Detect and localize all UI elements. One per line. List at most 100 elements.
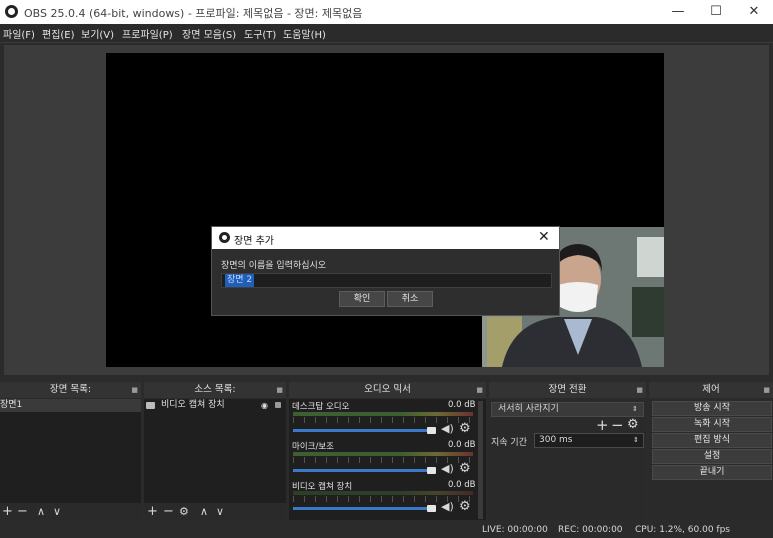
cpu-status: CPU: 1.2%, 60.00 fps [635,525,730,535]
transitions-dock-header: 장면 전환 ■ [489,382,646,398]
dock-float-icon[interactable]: ■ [276,382,283,398]
controls-dock-title: 제어 [702,384,720,395]
mixer-channel: 마이크/보조 0.0 dB ◀) ⚙ [289,440,477,480]
camera-icon [146,402,155,409]
scenes-dock-title: 장면 목록: [49,384,92,395]
exit-button[interactable]: 끝내기 [652,465,772,480]
transitions-body: 서서히 사라지기 ⇕ + − ⚙ 지속 기간 300 ms ⇕ [489,399,646,520]
add-source-icon[interactable]: + [147,504,158,519]
dock-float-icon[interactable]: ■ [763,382,770,398]
mixer-channel: 비디오 캡쳐 장치 0.0 dB ◀) ⚙ [289,480,477,520]
sources-toolbar: + − ⚙ ∧ ∨ [144,504,286,520]
menu-view[interactable]: 보기(V) [81,26,114,41]
duration-spinbox[interactable]: 300 ms ⇕ [534,433,644,448]
dialog-title: 장면 추가 [234,236,274,247]
duration-label: 지속 기간 [491,438,527,448]
maximize-button[interactable]: ☐ [697,0,735,24]
chevron-updown-icon: ⇕ [632,405,638,413]
close-button[interactable]: ✕ [735,0,773,24]
dialog-close-icon[interactable]: ✕ [538,229,550,245]
scenes-dock-header: 장면 목록: ■ [0,382,141,398]
remove-transition-icon[interactable]: − [611,416,624,434]
cancel-button[interactable]: 취소 [387,291,433,307]
start-streaming-button[interactable]: 방송 시작 [652,401,772,416]
scenes-list: 장면1 [0,399,141,503]
status-bar: LIVE: 00:00:00 REC: 00:00:00 CPU: 1.2%, … [0,522,773,538]
scenes-dock: 장면 목록: ■ 장면1 + − ∧ ∨ [0,382,141,520]
menu-scene-collection[interactable]: 장면 모음(S) [182,26,236,41]
volume-slider[interactable] [293,429,433,432]
channel-settings-gear-icon[interactable]: ⚙ [459,461,471,476]
mixer-scrollbar[interactable] [478,401,483,519]
volume-meter [293,412,473,416]
volume-slider-handle[interactable] [427,427,436,434]
channel-name: 데스크탑 오디오 [292,402,350,412]
mute-speaker-icon[interactable]: ◀) [441,422,454,435]
spin-arrows-icon[interactable]: ⇕ [633,434,639,447]
rec-status: REC: 00:00:00 [558,525,623,535]
lock-icon[interactable] [275,402,281,408]
source-item-label: 비디오 캡쳐 장치 [161,400,225,410]
volume-meter [293,452,473,456]
channel-settings-gear-icon[interactable]: ⚙ [459,421,471,436]
volume-slider-handle[interactable] [427,505,436,512]
remove-source-icon[interactable]: − [163,504,174,519]
duration-value: 300 ms [539,435,573,445]
ok-button[interactable]: 확인 [339,291,385,307]
move-down-icon[interactable]: ∨ [53,504,61,519]
menu-profile[interactable]: 프로파일(P) [122,26,173,41]
volume-slider[interactable] [293,507,433,510]
volume-slider[interactable] [293,469,433,472]
dock-float-icon[interactable]: ■ [131,382,138,398]
move-up-icon[interactable]: ∧ [37,504,45,519]
scene-item[interactable]: 장면1 [0,399,141,412]
volume-slider-handle[interactable] [427,467,436,474]
channel-db: 0.0 dB [448,400,476,410]
scene-name-input[interactable]: 장면 2 [221,273,552,288]
live-status: LIVE: 00:00:00 [482,525,548,535]
menu-bar: 파일(F) 편집(E) 보기(V) 프로파일(P) 장면 모음(S) 도구(T)… [0,24,773,43]
channel-db: 0.0 dB [448,440,476,450]
menu-file[interactable]: 파일(F) [3,26,35,41]
source-properties-gear-icon[interactable]: ⚙ [179,504,189,519]
transition-settings-gear-icon[interactable]: ⚙ [627,417,639,432]
move-up-icon[interactable]: ∧ [200,504,208,519]
add-transition-icon[interactable]: + [596,416,609,434]
source-item[interactable]: 비디오 캡쳐 장치 ◉ [144,399,286,412]
channel-name: 마이크/보조 [292,442,334,452]
controls-dock-header: 제어 ■ [649,382,773,398]
add-scene-dialog: 장면 추가 ✕ 장면의 이름을 입력하십시오 장면 2 확인 취소 [211,226,560,316]
mute-speaker-icon[interactable]: ◀) [441,500,454,513]
menu-edit[interactable]: 편집(E) [42,26,75,41]
mixer-channel: 데스크탑 오디오 0.0 dB ◀) ⚙ [289,400,477,440]
sources-dock-title: 소스 목록: [194,384,236,395]
dialog-title-bar: 장면 추가 ✕ [212,227,559,249]
menu-help[interactable]: 도움말(H) [283,26,326,41]
channel-db: 0.0 dB [448,480,476,490]
settings-button[interactable]: 설정 [652,449,772,464]
mute-speaker-icon[interactable]: ◀) [441,462,454,475]
channel-settings-gear-icon[interactable]: ⚙ [459,499,471,514]
obs-logo-icon [219,232,230,243]
mixer-dock-header: 오디오 믹서 ■ [289,382,486,398]
remove-scene-icon[interactable]: − [17,504,28,519]
transition-select[interactable]: 서서히 사라지기 ⇕ [491,402,644,417]
audio-mixer-dock: 오디오 믹서 ■ 데스크탑 오디오 0.0 dB ◀) ⚙ 마이크/보조 0.0… [289,382,486,520]
volume-meter [293,491,473,495]
title-bar: OBS 25.0.4 (64-bit, windows) - 프로파일: 제목없… [0,0,773,24]
obs-logo-icon [5,5,18,18]
studio-mode-button[interactable]: 편집 방식 [652,433,772,448]
controls-dock: 제어 ■ 방송 시작 녹화 시작 편집 방식 설정 끝내기 [649,382,773,520]
mixer-dock-title: 오디오 믹서 [364,384,411,395]
visibility-eye-icon[interactable]: ◉ [261,399,268,412]
move-down-icon[interactable]: ∨ [216,504,224,519]
sources-dock-header: 소스 목록: ■ [144,382,286,398]
minimize-button[interactable]: — [659,0,697,24]
start-recording-button[interactable]: 녹화 시작 [652,417,772,432]
dock-float-icon[interactable]: ■ [476,382,483,398]
dock-float-icon[interactable]: ■ [636,382,643,398]
transition-selected: 서서히 사라지기 [498,404,559,414]
window-title: OBS 25.0.4 (64-bit, windows) - 프로파일: 제목없… [24,7,363,20]
menu-tools[interactable]: 도구(T) [244,26,276,41]
add-scene-icon[interactable]: + [2,504,13,519]
